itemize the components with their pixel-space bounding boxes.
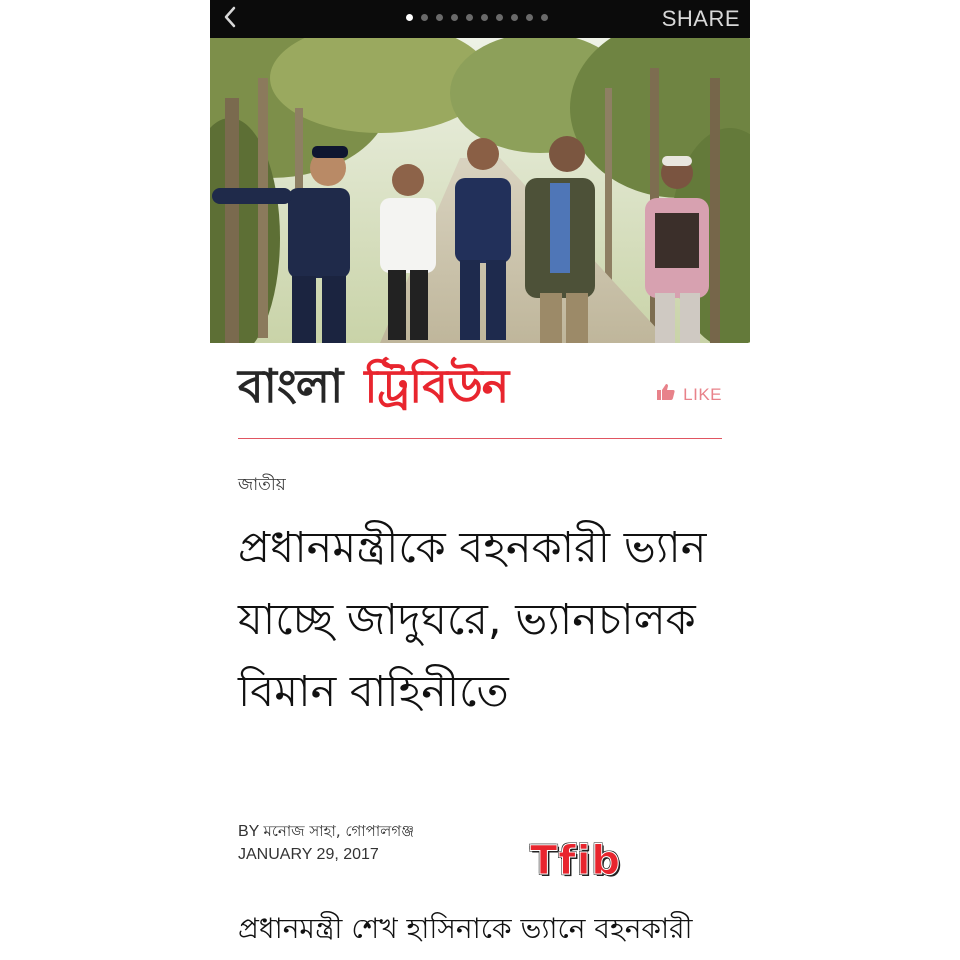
byline-prefix: BY [238,823,260,840]
page-dot[interactable] [406,14,413,21]
page-dot[interactable] [481,14,488,21]
page-dot[interactable] [421,14,428,21]
page-dot[interactable] [496,14,503,21]
article-headline: প্রধানমন্ত্রীকে বহনকারী ভ্যান যাচ্ছে জাদ… [238,523,707,717]
article-date: JANUARY 29, 2017 [238,846,379,863]
page-dot[interactable] [451,14,458,21]
article-author: মনোজ সাহা, গোপালগঞ্জ [263,822,415,840]
watermark-logo: Tfib [529,838,622,885]
article-category[interactable]: জাতীয় [238,472,286,500]
article-byline: BY মনোজ সাহা, গোপালগঞ্জ [238,820,414,845]
share-button[interactable]: SHARE [662,6,740,32]
thumbs-up-icon [657,384,675,405]
logo-bangla-text: বাংলা [238,359,343,413]
page: SHARE বাংলা ট্রিবিউন LIKE জাতীয় প্রধানম… [0,0,960,960]
page-dot[interactable] [466,14,473,21]
chevron-left-icon [223,6,237,32]
hero-image [210,38,750,343]
hero-photo-illustration [210,38,750,343]
page-indicator[interactable] [406,14,548,24]
article-view: SHARE বাংলা ট্রিবিউন LIKE জাতীয় প্রধানম… [210,0,750,960]
page-dot[interactable] [436,14,443,21]
site-logo[interactable]: বাংলা ট্রিবিউন [238,350,509,430]
page-dot[interactable] [526,14,533,21]
page-dot[interactable] [511,14,518,21]
top-bar: SHARE [210,0,750,38]
article-body-first-line: প্রধানমন্ত্রী শেখ হাসিনাকে ভ্যানে বহনকার… [238,912,693,945]
like-label: LIKE [683,384,722,404]
back-button[interactable] [216,4,244,34]
page-dot[interactable] [541,14,548,21]
like-button[interactable]: LIKE [657,384,722,405]
logo-tribune-text: ট্রিবিউন [364,359,509,413]
masthead: বাংলা ট্রিবিউন LIKE [238,350,722,439]
